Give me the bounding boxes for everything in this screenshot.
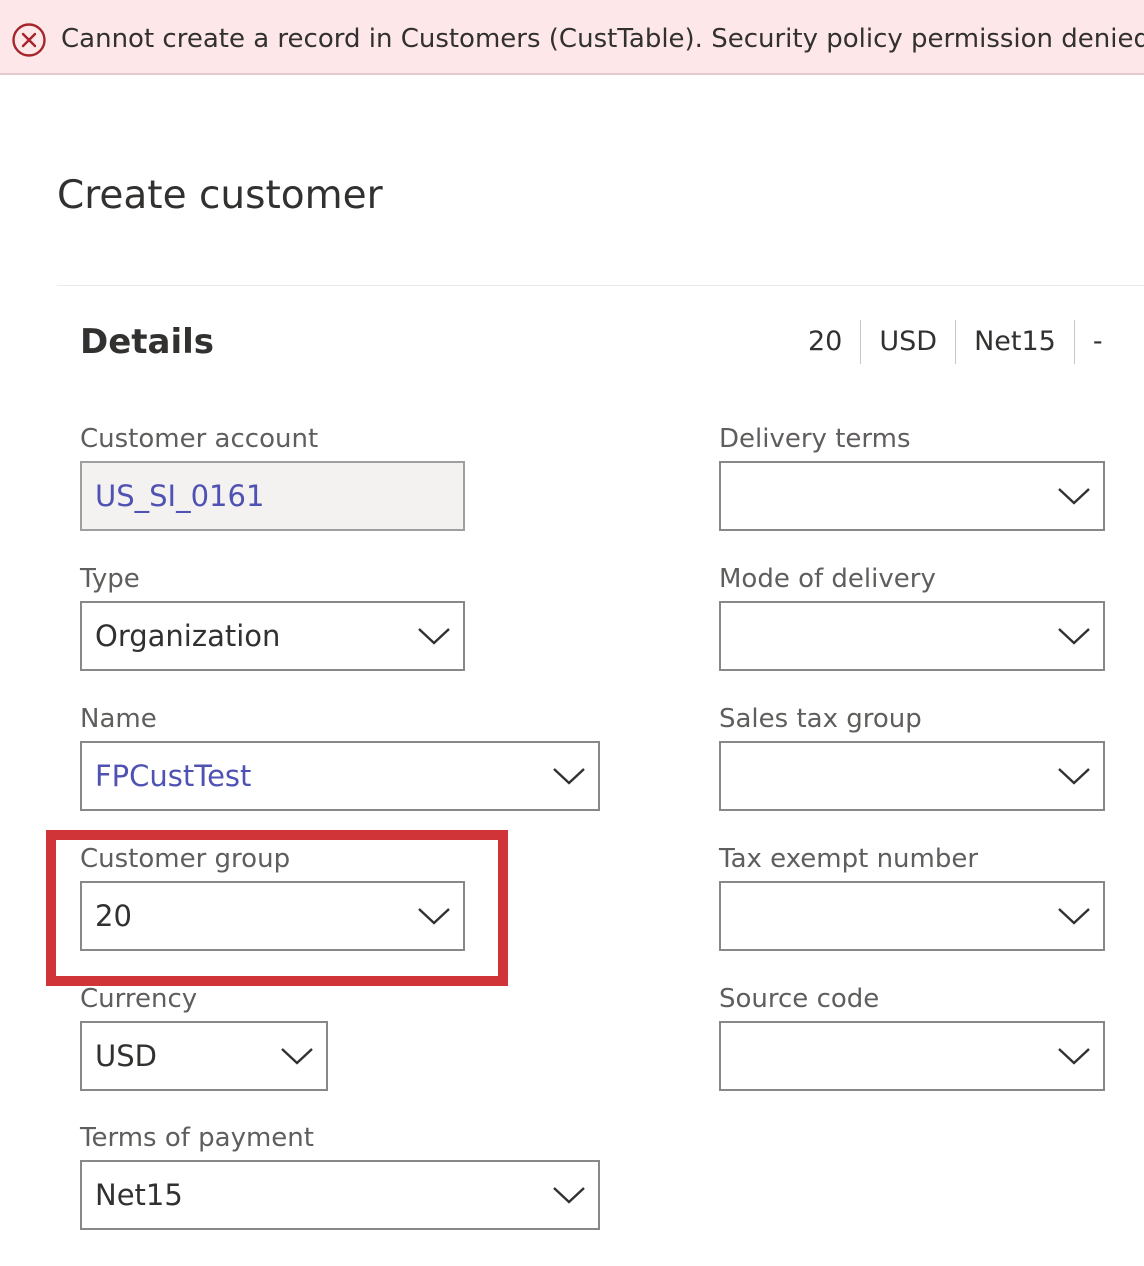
chevron-down-icon[interactable] xyxy=(1057,1046,1091,1066)
type-value: Organization xyxy=(95,619,281,653)
customer-account-label: Customer account xyxy=(80,424,319,454)
customer-account-field[interactable]: US_SI_0161 xyxy=(80,461,465,531)
chevron-down-icon[interactable] xyxy=(417,626,451,646)
error-message: Cannot create a record in Customers (Cus… xyxy=(61,24,1144,54)
currency-dropdown[interactable]: USD xyxy=(80,1021,328,1091)
summary-customer-group: 20 xyxy=(808,326,843,357)
terms-of-payment-label: Terms of payment xyxy=(80,1123,314,1153)
chevron-down-icon[interactable] xyxy=(1057,766,1091,786)
page-title: Create customer xyxy=(57,173,383,218)
chevron-down-icon[interactable] xyxy=(552,766,586,786)
section-title-details[interactable]: Details xyxy=(80,320,214,364)
customer-group-highlight-box xyxy=(46,830,508,986)
tax-exempt-number-label: Tax exempt number xyxy=(719,844,979,874)
chevron-down-icon[interactable] xyxy=(1057,626,1091,646)
chevron-down-icon[interactable] xyxy=(552,1185,586,1205)
type-dropdown[interactable]: Organization xyxy=(80,601,465,671)
summary-currency: USD xyxy=(879,326,938,357)
details-summary: 20 USD Net15 - xyxy=(790,320,1121,364)
name-label: Name xyxy=(80,704,157,734)
tax-exempt-number-dropdown[interactable] xyxy=(719,881,1105,951)
chevron-down-icon[interactable] xyxy=(280,1046,314,1066)
summary-terms-of-payment: Net15 xyxy=(974,326,1056,357)
type-label: Type xyxy=(80,564,140,594)
sales-tax-group-label: Sales tax group xyxy=(719,704,922,734)
terms-of-payment-value: Net15 xyxy=(95,1178,183,1212)
mode-of-delivery-dropdown[interactable] xyxy=(719,601,1105,671)
delivery-terms-dropdown[interactable] xyxy=(719,461,1105,531)
source-code-dropdown[interactable] xyxy=(719,1021,1105,1091)
name-value[interactable]: FPCustTest xyxy=(95,743,251,809)
terms-of-payment-dropdown[interactable]: Net15 xyxy=(80,1160,600,1230)
currency-value: USD xyxy=(95,1039,157,1073)
error-circle-x-icon xyxy=(12,23,46,57)
source-code-label: Source code xyxy=(719,984,880,1014)
mode-of-delivery-label: Mode of delivery xyxy=(719,564,936,594)
error-banner: Cannot create a record in Customers (Cus… xyxy=(0,0,1144,75)
name-field[interactable]: FPCustTest xyxy=(80,741,600,811)
chevron-down-icon[interactable] xyxy=(1057,906,1091,926)
chevron-down-icon[interactable] xyxy=(1057,486,1091,506)
section-divider xyxy=(57,285,1144,286)
sales-tax-group-dropdown[interactable] xyxy=(719,741,1105,811)
summary-more: - xyxy=(1092,326,1103,357)
customer-account-value[interactable]: US_SI_0161 xyxy=(95,463,264,529)
currency-label: Currency xyxy=(80,984,198,1014)
delivery-terms-label: Delivery terms xyxy=(719,424,911,454)
